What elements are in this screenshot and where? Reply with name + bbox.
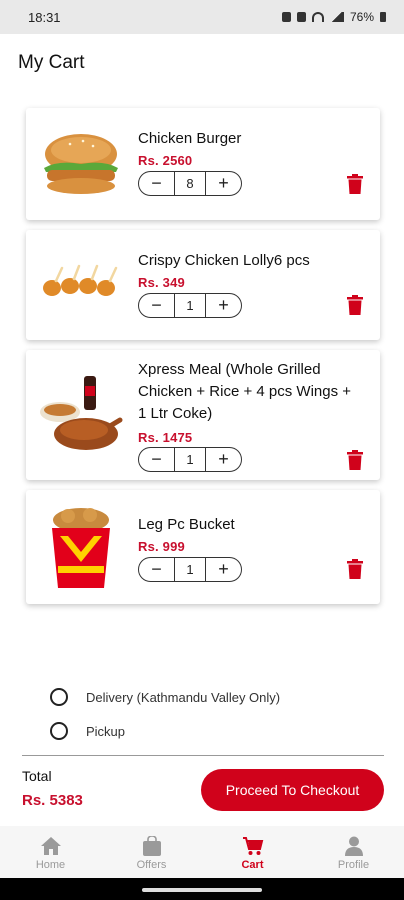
signal-icon xyxy=(329,12,344,22)
nav-item-label: Cart xyxy=(241,859,264,871)
status-bar: 18:31 76% xyxy=(0,0,404,34)
divider xyxy=(22,755,384,756)
bag-icon xyxy=(142,836,161,856)
delete-icon[interactable] xyxy=(346,559,364,579)
page-title: My Cart xyxy=(18,52,85,73)
nav-item-label: Profile xyxy=(337,859,370,871)
system-gesture-bar xyxy=(0,878,404,900)
increase-button[interactable]: + xyxy=(206,448,241,471)
wifi-icon xyxy=(311,12,324,22)
product-image xyxy=(40,376,123,450)
decrease-button[interactable]: − xyxy=(139,558,174,581)
battery-level: 76% xyxy=(349,10,374,24)
item-price: Rs. 1475 xyxy=(138,430,193,445)
total-label: Total xyxy=(22,768,52,784)
item-name: Leg Pc Bucket xyxy=(138,516,235,533)
delivery-option-label: Delivery (Kathmandu Valley Only) xyxy=(86,689,281,705)
profile-icon xyxy=(344,836,363,856)
quantity-stepper: − 1 + xyxy=(138,447,242,472)
notification-icon xyxy=(281,12,291,22)
delivery-option[interactable]: Delivery (Kathmandu Valley Only) xyxy=(50,688,280,706)
quantity-value: 1 xyxy=(174,558,206,581)
status-time: 18:31 xyxy=(28,9,61,25)
home-icon xyxy=(40,837,61,855)
battery-icon xyxy=(380,12,386,22)
radio-button[interactable] xyxy=(50,722,68,740)
nav-item-home[interactable]: Home xyxy=(11,836,91,871)
nav-item-label: Home xyxy=(35,859,66,871)
radio-button[interactable] xyxy=(50,688,68,706)
decrease-button[interactable]: − xyxy=(139,172,174,195)
delete-icon[interactable] xyxy=(346,450,364,470)
item-price: Rs. 349 xyxy=(138,275,185,290)
nav-item-offers[interactable]: Offers xyxy=(112,836,192,871)
status-icons: 76% xyxy=(281,10,386,24)
total-value: Rs. 5383 xyxy=(22,792,83,809)
alarm-icon xyxy=(296,12,306,22)
delete-icon[interactable] xyxy=(346,174,364,194)
decrease-button[interactable]: − xyxy=(139,294,174,317)
nav-item-profile[interactable]: Profile xyxy=(314,836,394,871)
item-name: Crispy Chicken Lolly6 pcs xyxy=(138,252,310,269)
product-image xyxy=(43,264,118,296)
cart-item: Chicken Burger Rs. 2560 − 8 + xyxy=(26,108,380,220)
increase-button[interactable]: + xyxy=(206,558,241,581)
item-price: Rs. 999 xyxy=(138,539,185,554)
cart-item: Leg Pc Bucket Rs. 999 − 1 + xyxy=(26,490,380,604)
quantity-value: 8 xyxy=(174,172,206,195)
quantity-value: 1 xyxy=(174,294,206,317)
cart-icon xyxy=(242,837,263,855)
pickup-option[interactable]: Pickup xyxy=(50,722,125,740)
proceed-to-checkout-button[interactable]: Proceed To Checkout xyxy=(201,769,384,811)
quantity-stepper: − 8 + xyxy=(138,171,242,196)
item-name: Xpress Meal (Whole Grilled Chicken + Ric… xyxy=(138,361,352,422)
increase-button[interactable]: + xyxy=(206,294,241,317)
quantity-stepper: − 1 + xyxy=(138,557,242,582)
item-price: Rs. 2560 xyxy=(138,153,193,168)
quantity-value: 1 xyxy=(174,448,206,471)
increase-button[interactable]: + xyxy=(206,172,241,195)
gesture-handle[interactable] xyxy=(142,888,262,892)
item-name: Chicken Burger xyxy=(138,130,242,147)
nav-item-cart[interactable]: Cart xyxy=(213,836,293,871)
cart-item: Xpress Meal (Whole Grilled Chicken + Ric… xyxy=(26,350,380,480)
cart-item: Crispy Chicken Lolly6 pcs Rs. 349 − 1 + xyxy=(26,230,380,340)
product-image xyxy=(44,134,118,194)
delete-icon[interactable] xyxy=(346,295,364,315)
nav-item-label: Offers xyxy=(136,859,167,871)
bottom-nav: Home Offers Cart Profile xyxy=(0,826,404,878)
product-image xyxy=(52,508,110,588)
pickup-option-label: Pickup xyxy=(86,723,126,739)
decrease-button[interactable]: − xyxy=(139,448,174,471)
quantity-stepper: − 1 + xyxy=(138,293,242,318)
